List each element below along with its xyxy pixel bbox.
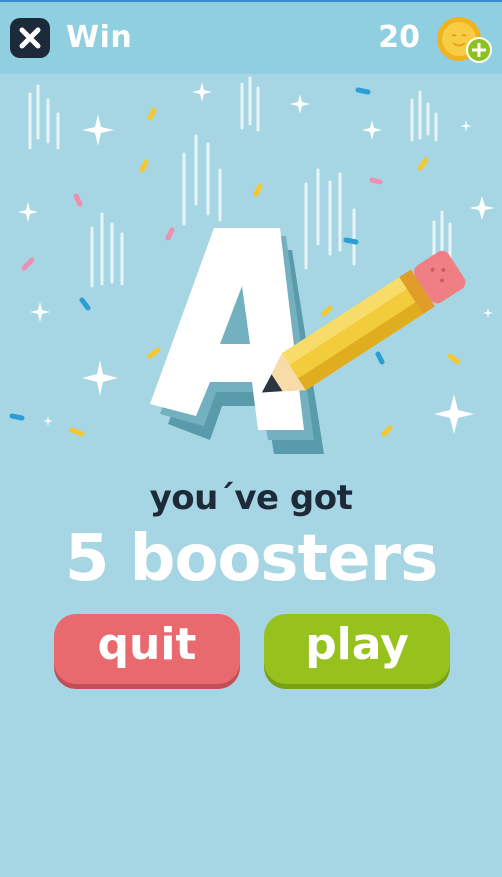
coin-count: 20: [378, 20, 420, 55]
quit-button[interactable]: quit: [54, 614, 240, 684]
close-button[interactable]: [10, 18, 50, 58]
letter-a-illustration: [150, 228, 324, 454]
close-icon: [19, 27, 41, 49]
reward-illustration: [9, 76, 495, 454]
top-bar: Win 20: [0, 0, 502, 74]
add-coins-button[interactable]: [466, 37, 492, 63]
play-button[interactable]: play: [264, 614, 450, 684]
reward-headline: 5 boosters: [64, 522, 438, 596]
plus-icon: [472, 43, 486, 57]
reward-subtitle: you´ve got: [149, 478, 353, 518]
screen-title: Win: [66, 20, 133, 55]
